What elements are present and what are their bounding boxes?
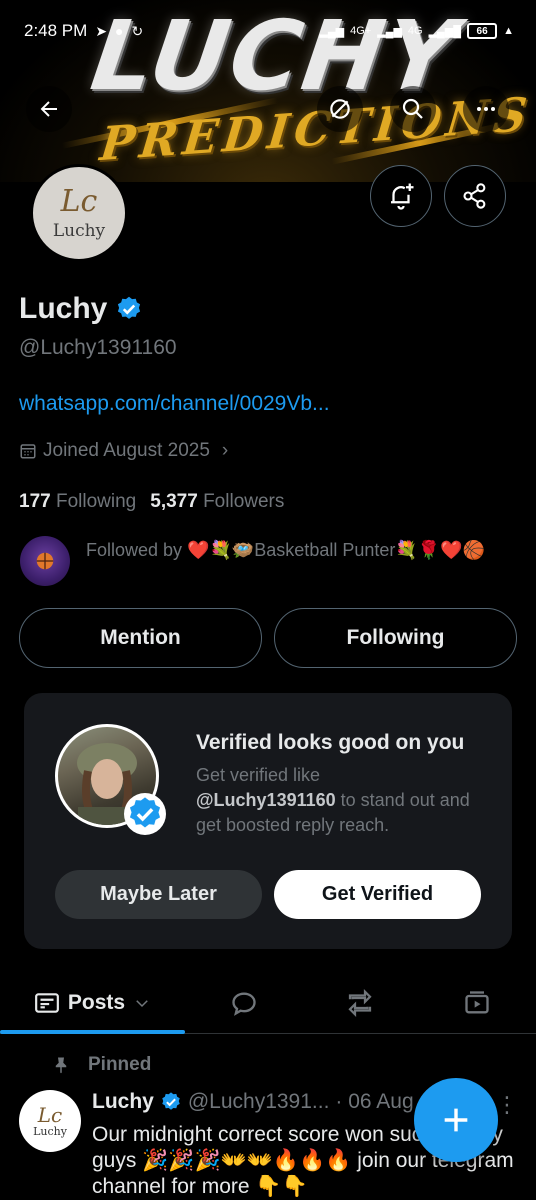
grok-button[interactable]: [317, 86, 363, 132]
promo-verified-badge: [124, 793, 166, 835]
search-icon: [402, 98, 423, 119]
promo-desc-prefix: Get verified like: [196, 765, 321, 785]
repost-icon: [348, 989, 372, 1017]
send-icon: ➤: [95, 22, 108, 39]
reply-icon: [232, 992, 256, 1016]
post-avatar[interactable]: Lc Luchy: [19, 1090, 81, 1152]
avatar-label: Luchy: [52, 221, 106, 241]
following-count: 177: [19, 491, 51, 512]
pinned-label-row: Pinned: [52, 1054, 151, 1076]
post-more-icon[interactable]: ⋮: [496, 1092, 518, 1118]
chat-icon: ●: [115, 23, 124, 39]
post-author-handle: @Luchy1391...: [187, 1090, 330, 1113]
follow-stats: 177 Following 5,377 Followers: [19, 491, 284, 513]
battery-icon: 66: [467, 23, 498, 39]
pinned-label: Pinned: [88, 1054, 152, 1075]
tab-reposts[interactable]: [321, 974, 399, 1032]
compose-button[interactable]: [414, 1078, 498, 1162]
maybe-later-button[interactable]: Maybe Later: [55, 870, 262, 919]
verified-promo-card: Verified looks good on you Get verified …: [24, 693, 512, 949]
verified-badge-icon: [162, 1092, 180, 1110]
plus-icon: [444, 1108, 468, 1132]
post-date: · 06 Aug: [335, 1090, 414, 1113]
signal-icon: ▂▄▆: [377, 25, 402, 38]
tab-replies[interactable]: [205, 974, 283, 1032]
profile-tabs: Posts: [0, 974, 536, 1034]
status-bar: 2:48 PM ➤ ● ↻ ▂▄▆ 4G+ ▂▄▆ 4G ▂▄▆█ 66 ▲: [0, 14, 536, 48]
post-avatar-monogram: Lc: [37, 1102, 63, 1127]
tab-videos[interactable]: [438, 974, 516, 1032]
share-button[interactable]: [444, 165, 506, 227]
following-label: Following: [55, 491, 137, 512]
signal-icon: ▂▄▆█: [428, 25, 462, 38]
followers-label: Followers: [203, 491, 285, 512]
more-icon: [477, 107, 495, 111]
share-icon: [463, 183, 486, 209]
search-button[interactable]: [390, 86, 436, 132]
basketball-icon: [36, 552, 54, 570]
following-button[interactable]: Following: [274, 608, 517, 668]
profile-name: Luchy: [19, 292, 108, 325]
tab-posts[interactable]: Posts: [0, 974, 185, 1032]
pin-icon: [55, 1057, 67, 1074]
avatar-monogram: Lc: [60, 184, 98, 219]
profile-name-row: Luchy: [19, 292, 143, 326]
post-avatar-label: Luchy: [33, 1124, 67, 1138]
promo-desc-handle: @Luchy1391160: [196, 790, 336, 810]
more-button[interactable]: [463, 86, 509, 132]
posts-icon: [34, 993, 59, 1013]
follower-avatar: [20, 536, 70, 586]
verified-badge-icon[interactable]: [115, 295, 143, 323]
chevron-right-icon: ›: [221, 440, 229, 461]
notify-button[interactable]: [370, 165, 432, 227]
network-type: 4G: [407, 25, 423, 37]
following-stat[interactable]: 177 Following: [19, 491, 136, 513]
profile-avatar[interactable]: Lc Luchy: [30, 164, 128, 262]
post-author-name[interactable]: Luchy: [92, 1090, 154, 1114]
followers-stat[interactable]: 5,377 Followers: [150, 491, 284, 513]
followed-by-row[interactable]: Followed by ❤️💐🪺Basketball Punter💐🌹❤️🏀: [20, 536, 520, 586]
promo-title: Verified looks good on you: [196, 731, 465, 754]
joined-row[interactable]: Joined August 2025 ›: [19, 440, 228, 462]
mention-button[interactable]: Mention: [19, 608, 262, 668]
status-time: 2:48 PM: [24, 21, 88, 40]
joined-date: Joined August 2025: [43, 440, 210, 461]
grok-icon: [330, 99, 350, 119]
profile-link[interactable]: whatsapp.com/channel/0029Vb...: [19, 392, 330, 416]
bell-plus-icon: [391, 183, 414, 210]
chevron-down-icon: [136, 1000, 148, 1008]
calendar-icon: [20, 444, 36, 459]
triangle-icon: ▲: [503, 25, 514, 37]
promo-description: Get verified like @Luchy1391160 to stand…: [196, 763, 496, 838]
sync-icon: ↻: [131, 22, 144, 39]
arrow-left-icon: [40, 101, 57, 117]
followers-count: 5,377: [150, 491, 198, 512]
followed-by-text: Followed by ❤️💐🪺Basketball Punter💐🌹❤️🏀: [86, 540, 486, 560]
signal-icon: ▂▄▆: [319, 25, 345, 38]
tab-posts-label: Posts: [67, 991, 126, 1014]
active-tab-indicator: [0, 1030, 185, 1034]
back-button[interactable]: [26, 86, 72, 132]
get-verified-button[interactable]: Get Verified: [274, 870, 481, 919]
network-type: 4G+: [350, 25, 372, 37]
profile-handle: @Luchy1391160: [19, 336, 177, 359]
video-icon: [465, 991, 489, 1014]
verified-badge-icon: [129, 797, 161, 828]
